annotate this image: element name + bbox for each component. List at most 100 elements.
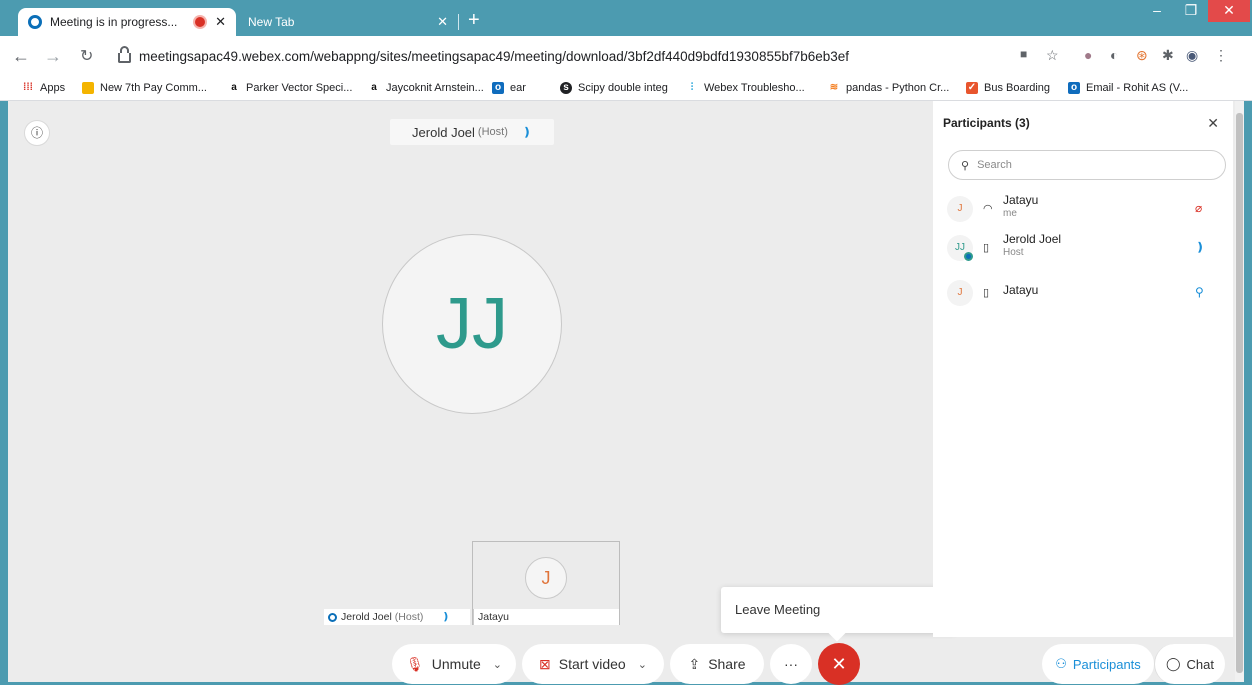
meeting-info-icon[interactable]: ⓘ <box>24 120 50 146</box>
participant-name: Jatayu <box>1003 283 1039 297</box>
extension-3-icon[interactable]: ⊛ <box>1136 47 1148 64</box>
scrollbar[interactable] <box>1235 101 1244 682</box>
chat-icon: ◯ <box>1165 656 1181 671</box>
active-speaker-avatar: JJ <box>382 234 562 414</box>
scrollbar-thumb[interactable] <box>1236 113 1243 673</box>
active-speaker-role: (Host) <box>477 126 508 138</box>
bookmark-pandas[interactable]: ≋ pandas - Python Cr... <box>828 82 950 94</box>
active-speaker-name: Jerold Joel <box>412 124 475 140</box>
bookmark-ear[interactable]: o ear <box>492 82 526 94</box>
self-strip-name: Jatayu <box>478 611 509 623</box>
webex-favicon-icon <box>28 15 42 29</box>
participants-button[interactable]: ⚇ Participants <box>1042 644 1154 684</box>
participant-sub: me <box>1003 208 1017 219</box>
bookmark-7th-pay[interactable]: New 7th Pay Comm... <box>82 82 207 94</box>
extension-2-icon[interactable]: ◐ <box>1110 47 1118 63</box>
tab-strip: Meeting is in progress... ✕ New Tab ✕ + … <box>0 0 1252 36</box>
outlook-icon: o <box>492 82 504 94</box>
more-options-button[interactable]: ··· <box>770 644 812 684</box>
participants-panel: Participants (3) ✕ ⚲ Search J ◠ Jatayu m… <box>933 101 1233 637</box>
speaking-icon: ❫ <box>521 125 532 139</box>
bookmark-label: Apps <box>40 82 66 94</box>
participants-button-label: Participants <box>1072 656 1141 672</box>
address-bar[interactable]: meetingsapac49.webex.com/webappng/sites/… <box>112 41 1002 71</box>
browser-menu-icon[interactable]: ⋮ <box>1214 47 1228 64</box>
window-controls: – ❐ ✕ <box>1140 0 1250 22</box>
cisco-icon: ⫶ <box>690 82 694 93</box>
bookmark-jaycoknit[interactable]: a Jaycoknit Arnstein... <box>368 82 484 94</box>
browser-toolbar: ← → ↻ meetingsapac49.webex.com/webappng/… <box>0 36 1252 78</box>
chevron-down-icon[interactable]: ⌄ <box>638 658 647 671</box>
tab-title: New Tab <box>248 15 295 29</box>
start-video-label: Start video <box>558 656 626 672</box>
bookmark-label: New 7th Pay Comm... <box>100 82 207 94</box>
search-placeholder: Search <box>977 159 1012 171</box>
bookmark-label: Scipy double integ <box>578 82 668 94</box>
participant-sub: Host <box>1003 247 1024 258</box>
speaking-icon: ❫ <box>441 611 451 623</box>
bookmark-label: pandas - Python Cr... <box>846 82 950 94</box>
participants-search-input[interactable]: ⚲ Search <box>948 150 1226 180</box>
start-video-button[interactable]: ⊠ Start video ⌄ <box>522 644 664 684</box>
video-off-icon: ⊠ <box>539 655 551 672</box>
camera-indicator-icon[interactable]: ■ <box>1020 47 1027 61</box>
headset-icon: ◠ <box>983 203 993 215</box>
chat-button[interactable]: ◯ Chat <box>1154 644 1225 684</box>
window-close-icon[interactable]: ✕ <box>1208 0 1250 22</box>
mobile-device-icon: ▯ <box>983 287 990 299</box>
tab-separator <box>458 14 459 30</box>
chevron-down-icon[interactable]: ⌄ <box>493 658 502 671</box>
bookmark-star-icon[interactable]: ☆ <box>1046 47 1059 64</box>
close-tab-icon[interactable]: ✕ <box>215 14 226 30</box>
participant-row[interactable]: JJ ▯ Jerold Joel Host ❫ <box>947 232 1217 264</box>
restore-icon[interactable]: ❐ <box>1174 0 1208 22</box>
extensions-puzzle-icon[interactable]: ✱ <box>1162 47 1174 64</box>
participant-avatar: JJ <box>947 235 973 261</box>
bookmark-label: Email - Rohit AS (V... <box>1086 82 1189 94</box>
bookmark-label: Webex Troublesho... <box>704 82 805 94</box>
profile-avatar-icon[interactable]: ◉ <box>1186 47 1198 64</box>
site-favicon-icon <box>82 82 94 94</box>
new-tab-button[interactable]: + <box>468 10 480 30</box>
host-name-strip: Jerold Joel (Host) ❫ <box>324 609 470 625</box>
chat-button-label: Chat <box>1186 656 1215 672</box>
amazon-icon: a <box>231 82 237 93</box>
share-button[interactable]: ⇪ Share <box>670 644 764 684</box>
host-strip-role: (Host) <box>394 611 424 623</box>
lock-icon <box>118 46 131 63</box>
mic-muted-icon: 🎙︎ <box>405 655 424 672</box>
tab-meeting[interactable]: Meeting is in progress... ✕ <box>18 8 236 36</box>
bookmark-bus[interactable]: ✓ Bus Boarding <box>966 82 1050 94</box>
bookmark-apps[interactable]: ⁞⁞⁞ Apps <box>22 82 65 94</box>
tab-new-tab[interactable]: New Tab ✕ <box>238 8 458 36</box>
mic-muted-icon: ⌀ <box>1195 201 1203 215</box>
bookmark-email[interactable]: o Email - Rohit AS (V... <box>1068 82 1188 94</box>
bookmarks-bar: ⁞⁞⁞ Apps New 7th Pay Comm... a Parker Ve… <box>0 78 1252 101</box>
bookmark-label: ear <box>510 82 526 94</box>
back-arrow-icon[interactable]: ← <box>12 46 30 67</box>
forward-arrow-icon[interactable]: → <box>44 46 62 67</box>
participant-row[interactable]: J ◠ Jatayu me ⌀ <box>947 193 1217 225</box>
close-icon[interactable]: ✕ <box>1207 115 1219 132</box>
speaking-icon: ❫ <box>1195 240 1206 254</box>
self-name-strip: Jatayu <box>473 609 619 625</box>
leave-meeting-button[interactable]: ✕ <box>818 643 860 685</box>
participant-name: Jerold Joel <box>1003 232 1062 246</box>
bookmark-scipy[interactable]: s Scipy double integ <box>560 82 668 94</box>
share-icon: ⇪ <box>688 655 701 672</box>
site-favicon-icon: ✓ <box>966 82 978 94</box>
minimize-icon[interactable]: – <box>1140 0 1174 22</box>
bookmark-parker[interactable]: a Parker Vector Speci... <box>228 82 352 94</box>
participant-row[interactable]: J ▯ Jatayu ⚲ <box>947 277 1217 309</box>
close-tab-icon[interactable]: ✕ <box>437 14 448 30</box>
self-avatar: J <box>525 557 567 599</box>
reload-icon[interactable]: ↻ <box>80 46 93 66</box>
webex-status-icon <box>328 612 337 622</box>
unmute-button[interactable]: 🎙︎ Unmute ⌄ <box>392 644 516 684</box>
participants-title: Participants (3) <box>943 116 1030 130</box>
amazon-icon: a <box>371 82 377 93</box>
unmute-label: Unmute <box>431 656 481 672</box>
extension-1-icon[interactable]: ● <box>1084 47 1092 63</box>
bookmark-webex[interactable]: ⫶ Webex Troublesho... <box>686 82 805 94</box>
participant-avatar: J <box>947 196 973 222</box>
